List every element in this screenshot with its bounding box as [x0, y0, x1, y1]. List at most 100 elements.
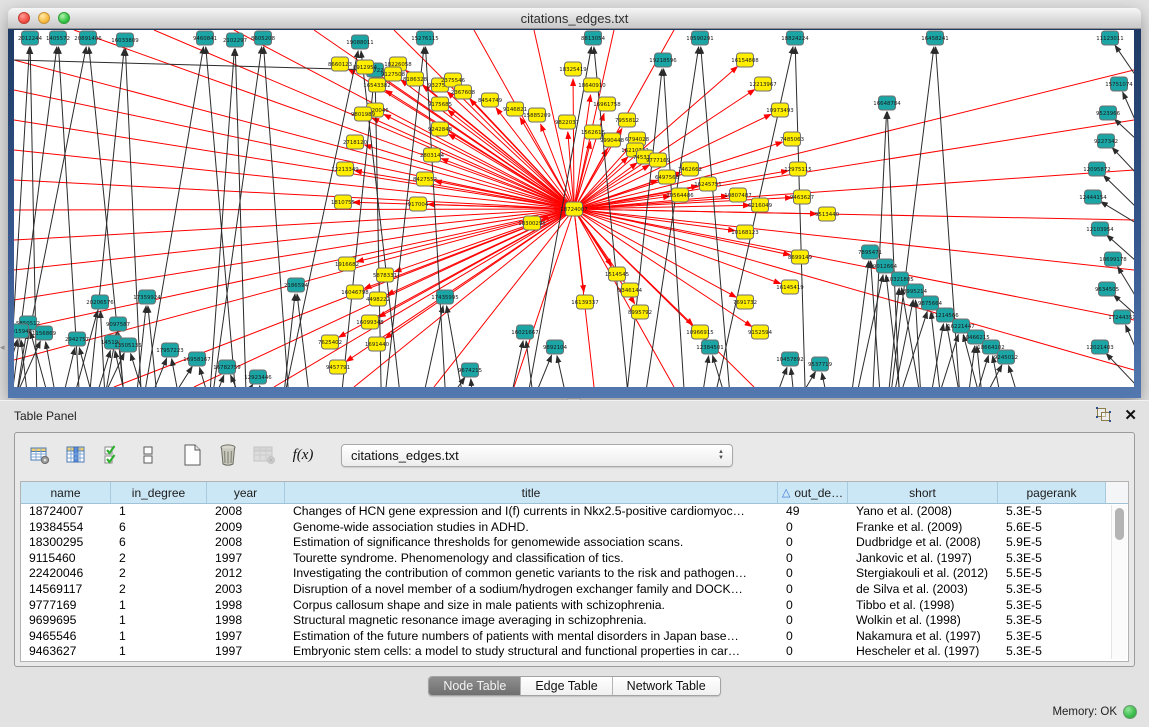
- network-node[interactable]: 9801989: [351, 107, 376, 121]
- network-node[interactable]: 10457892: [776, 352, 803, 366]
- network-node[interactable]: 9175685: [428, 97, 452, 111]
- column-header-out_de[interactable]: △out_de…: [778, 482, 848, 503]
- table-cell[interactable]: 1998: [207, 598, 285, 614]
- network-node[interactable]: 6497568: [655, 170, 680, 184]
- network-node[interactable]: 16961758: [593, 97, 621, 111]
- table-cell[interactable]: Franke et al. (2009): [848, 520, 998, 536]
- tab-edge-table[interactable]: Edge Table: [521, 677, 612, 695]
- table-cell[interactable]: Changes of HCN gene expression and I(f) …: [285, 504, 778, 520]
- network-node[interactable]: 17957223: [156, 343, 183, 357]
- network-node[interactable]: 9346144: [618, 283, 643, 297]
- network-node[interactable]: 7895471: [858, 245, 882, 259]
- network-node[interactable]: 1405572: [46, 31, 70, 45]
- network-node[interactable]: 9457791: [326, 360, 350, 374]
- table-cell[interactable]: 49: [778, 504, 848, 520]
- table-cell[interactable]: 14569117: [21, 582, 111, 598]
- network-node[interactable]: 9460841: [193, 31, 217, 45]
- table-cell[interactable]: 5.9E-5: [998, 535, 1106, 551]
- table-cell[interactable]: 6: [111, 535, 207, 551]
- table-cell[interactable]: 9699695: [21, 613, 111, 629]
- network-node[interactable]: 12444154: [1079, 190, 1107, 204]
- network-node[interactable]: 9227342: [1094, 134, 1118, 148]
- column-header-name[interactable]: name: [21, 482, 111, 503]
- table-cell[interactable]: 1: [111, 629, 207, 645]
- float-window-icon[interactable]: [1097, 408, 1112, 423]
- table-cell[interactable]: 18724007: [21, 504, 111, 520]
- table-cell[interactable]: 6: [111, 520, 207, 536]
- network-node[interactable]: 16958167: [183, 352, 210, 366]
- collapsed-panel-arrow[interactable]: ◂: [0, 342, 5, 353]
- table-cell[interactable]: Wolkin et al. (1998): [848, 613, 998, 629]
- table-cell[interactable]: 5.3E-5: [998, 644, 1106, 660]
- table-cell[interactable]: 1997: [207, 644, 285, 660]
- table-cell[interactable]: 9463627: [21, 644, 111, 660]
- network-node[interactable]: 20891406: [74, 31, 102, 45]
- table-cell[interactable]: Jankovic et al. (1997): [848, 551, 998, 567]
- network-node[interactable]: 12103954: [1086, 222, 1114, 236]
- table-row[interactable]: 911546021997Tourette syndrome. Phenomeno…: [21, 551, 1128, 567]
- function-builder-icon[interactable]: f(x): [285, 440, 321, 470]
- row-selection-icon[interactable]: [97, 440, 127, 470]
- table-row[interactable]: 969969511998Structural magnetic resonanc…: [21, 613, 1128, 629]
- table-cell[interactable]: 5.3E-5: [998, 582, 1106, 598]
- table-cell[interactable]: 2003: [207, 582, 285, 598]
- table-cell[interactable]: 22420046: [21, 566, 111, 582]
- tab-network-table[interactable]: Network Table: [613, 677, 720, 695]
- table-cell[interactable]: 0: [778, 520, 848, 536]
- table-cell[interactable]: 0: [778, 644, 848, 660]
- table-cell[interactable]: 2008: [207, 504, 285, 520]
- column-header-in_degree[interactable]: in_degree: [111, 482, 207, 503]
- network-node[interactable]: 10590291: [686, 31, 713, 45]
- network-node[interactable]: 10966915: [686, 325, 713, 339]
- network-node[interactable]: 9097587: [106, 317, 130, 331]
- network-node[interactable]: 18325419: [559, 62, 587, 76]
- network-node[interactable]: 18824224: [781, 31, 809, 45]
- network-node[interactable]: 8912954: [353, 60, 378, 74]
- network-node[interactable]: 2942757: [65, 332, 89, 346]
- table-cell[interactable]: Estimation of significance thresholds fo…: [285, 535, 778, 551]
- table-cell[interactable]: de Silva et al. (2003): [848, 582, 998, 598]
- network-node[interactable]: 1691440: [365, 337, 390, 351]
- network-node[interactable]: 15751074: [1105, 77, 1133, 91]
- network-node[interactable]: 2718120: [343, 135, 368, 149]
- network-node[interactable]: 8813054: [581, 31, 606, 45]
- table-cell[interactable]: 9115460: [21, 551, 111, 567]
- network-node[interactable]: 5878331: [373, 268, 397, 282]
- network-node[interactable]: 9152594: [748, 325, 773, 339]
- network-node[interactable]: 12384501: [696, 340, 723, 354]
- delete-table-icon[interactable]: [213, 440, 243, 470]
- network-node[interactable]: 9245012: [994, 350, 1018, 364]
- table-cell[interactable]: 0: [778, 551, 848, 567]
- column-header-short[interactable]: short: [848, 482, 998, 503]
- table-cell[interactable]: Stergiakouli et al. (2012): [848, 566, 998, 582]
- network-node[interactable]: 12021403: [1086, 340, 1113, 354]
- tab-node-table[interactable]: Node Table: [429, 677, 521, 695]
- network-node[interactable]: 8454749: [478, 93, 503, 107]
- network-node[interactable]: 7625402: [318, 335, 342, 349]
- table-cell[interactable]: Corpus callosum shape and size in male p…: [285, 598, 778, 614]
- network-node[interactable]: 9634505: [1095, 282, 1119, 296]
- network-node[interactable]: 2803144: [420, 148, 445, 162]
- table-row[interactable]: 946554611997Estimation of the future num…: [21, 629, 1128, 645]
- network-node[interactable]: 9990448: [600, 133, 625, 147]
- network-node[interactable]: 9513440: [815, 207, 840, 221]
- network-node[interactable]: 7691732: [733, 295, 757, 309]
- table-row[interactable]: 977716911998Corpus callosum shape and si…: [21, 598, 1128, 614]
- network-node[interactable]: 17359924: [133, 290, 161, 304]
- network-node[interactable]: 8605208: [251, 31, 276, 45]
- network-node[interactable]: 8995792: [628, 305, 652, 319]
- network-node[interactable]: 10168123: [731, 225, 758, 239]
- network-canvas[interactable]: 2012244140557220891406160338099460841210…: [14, 30, 1134, 387]
- table-selector-dropdown[interactable]: citations_edges.txt ▲▼: [341, 444, 733, 467]
- table-cell[interactable]: 19384554: [21, 520, 111, 536]
- table-cell[interactable]: 1997: [207, 629, 285, 645]
- table-cell[interactable]: Hescheler et al. (1997): [848, 644, 998, 660]
- network-node[interactable]: 7462662: [678, 162, 702, 176]
- network-node[interactable]: 9537719: [808, 357, 833, 371]
- table-cell[interactable]: 2: [111, 566, 207, 582]
- table-cell[interactable]: 2008: [207, 535, 285, 551]
- column-header-year[interactable]: year: [207, 482, 285, 503]
- new-table-icon[interactable]: [177, 440, 207, 470]
- table-cell[interactable]: 0: [778, 629, 848, 645]
- network-node[interactable]: 2367608: [451, 85, 476, 99]
